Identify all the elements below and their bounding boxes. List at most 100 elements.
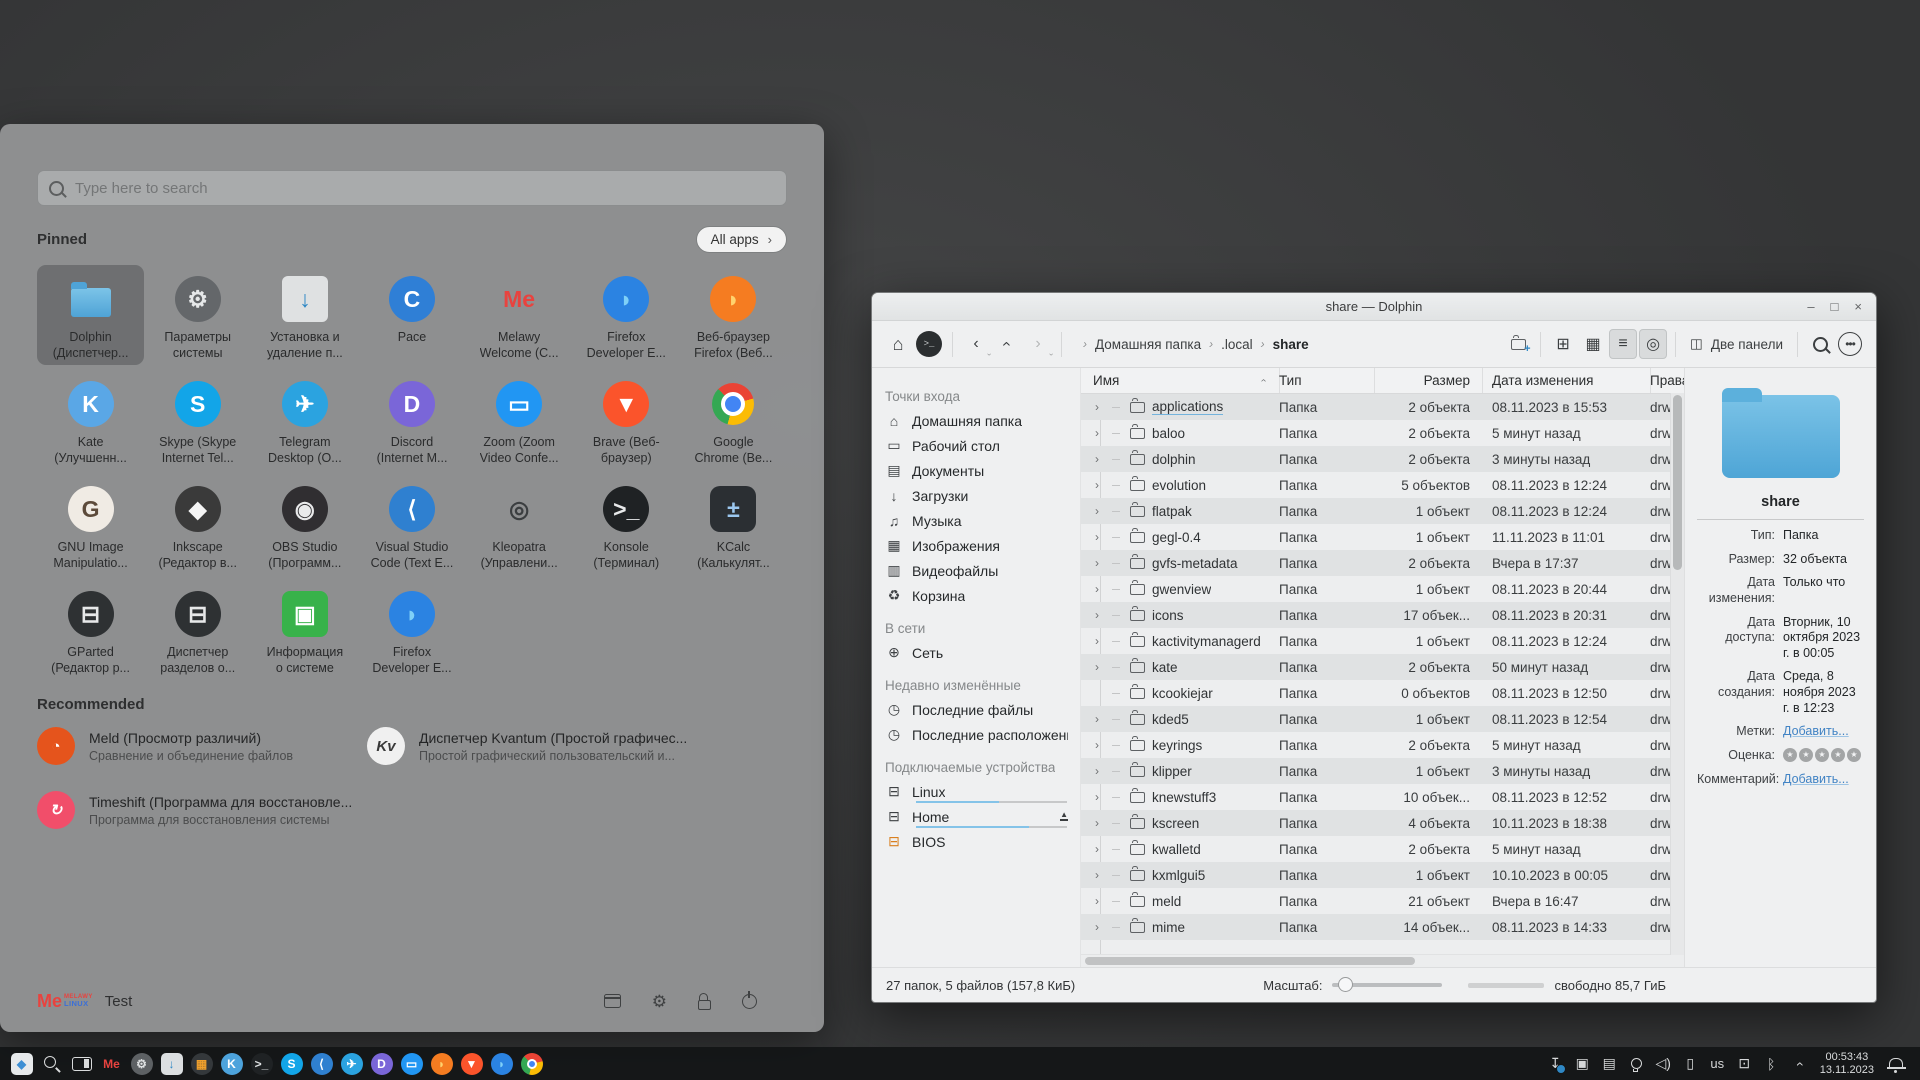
file-row[interactable]: › dolphin Папка 2 объекта 3 минуты назад… xyxy=(1081,446,1684,472)
app-pace[interactable]: C Pace xyxy=(358,265,465,365)
app-chrome[interactable]: Google Chrome (Be... xyxy=(680,370,787,470)
split-view-button[interactable]: ◫ Две панели xyxy=(1684,336,1789,352)
volume-icon[interactable]: ◁) xyxy=(1651,1051,1676,1076)
forward-button[interactable]: ›› xyxy=(1024,329,1052,359)
place-item[interactable]: ⊟ BIOS ▲ xyxy=(885,829,1080,854)
search-input[interactable] xyxy=(73,179,775,198)
column-size[interactable]: Размер xyxy=(1374,368,1482,393)
zoom-slider[interactable] xyxy=(1332,983,1442,987)
slider-knob[interactable] xyxy=(1338,977,1353,992)
brave-icon[interactable]: ▼ xyxy=(457,1049,486,1078)
place-item[interactable]: ♻ Корзина ▲ xyxy=(885,583,1080,608)
app-dolphin[interactable]: Dolphin (Диспетчер... xyxy=(37,265,144,365)
user-avatar[interactable]: >_ xyxy=(915,329,943,359)
launcher-search[interactable] xyxy=(37,170,787,206)
discord-icon[interactable]: D xyxy=(367,1049,396,1078)
add-comment-link[interactable]: Добавить... xyxy=(1783,772,1864,788)
expand-chevron-icon[interactable]: › xyxy=(1095,556,1105,570)
bluetooth-icon[interactable]: ᛒ xyxy=(1759,1051,1784,1076)
minimize-button[interactable]: – xyxy=(1807,300,1814,313)
file-row[interactable]: › applications Папка 2 объекта 08.11.202… xyxy=(1081,394,1684,420)
app-firefox-developer-2[interactable]: ◗ Firefox Developer E... xyxy=(358,580,465,680)
preview-button[interactable]: ◎ xyxy=(1639,329,1667,359)
maximize-button[interactable]: □ xyxy=(1831,300,1839,313)
app-brave[interactable]: ▼ Brave (Веб- браузер) xyxy=(573,370,680,470)
app-launcher-icon[interactable]: ◆ xyxy=(7,1049,36,1078)
expand-chevron-icon[interactable]: › xyxy=(1095,426,1105,440)
app-partition-manager[interactable]: ⊟ Диспетчер разделов о... xyxy=(144,580,251,680)
place-item[interactable]: Недавно изменённые ▲ xyxy=(885,674,1080,697)
file-row[interactable]: › kate Папка 2 объекта 50 минут назад dr… xyxy=(1081,654,1684,680)
place-item[interactable]: ▤ Документы ▲ xyxy=(885,458,1080,483)
rating-star[interactable]: ★ xyxy=(1799,748,1813,762)
gwenview-icon[interactable]: ▦ xyxy=(187,1049,216,1078)
app-kleopatra[interactable]: ◎ Kleopatra (Управлени... xyxy=(466,475,573,575)
expand-tray-icon[interactable]: › xyxy=(1786,1051,1811,1076)
icons-view-button[interactable]: ⊞ xyxy=(1549,329,1577,359)
expand-chevron-icon[interactable]: › xyxy=(1095,400,1105,414)
breadcrumb-item[interactable]: › share xyxy=(1261,337,1309,352)
software-install-icon[interactable]: ↓ xyxy=(157,1049,186,1078)
place-item[interactable]: ▦ Изображения ▲ xyxy=(885,533,1080,558)
rec-timeshift[interactable]: ↻ Timeshift (Программа для восстановле..… xyxy=(37,791,367,829)
telegram-icon[interactable]: ✈ xyxy=(337,1049,366,1078)
app-system-settings[interactable]: ⚙ Параметры системы xyxy=(144,265,251,365)
clipboard-icon[interactable]: ▤ xyxy=(1597,1051,1622,1076)
file-row[interactable]: › kded5 Папка 1 объект 08.11.2023 в 12:5… xyxy=(1081,706,1684,732)
expand-chevron-icon[interactable]: › xyxy=(1095,764,1105,778)
breadcrumb-item[interactable]: › Домашняя папка xyxy=(1083,337,1201,352)
notifications-bell-icon[interactable] xyxy=(1889,1058,1903,1069)
expand-chevron-icon[interactable]: › xyxy=(1095,452,1105,466)
file-manager-icon[interactable] xyxy=(604,994,621,1008)
place-item[interactable]: ⊕ Сеть ▲ xyxy=(885,640,1080,665)
place-item[interactable]: ⊟ Linux ▲ xyxy=(885,779,1080,804)
place-item[interactable]: ⊟ Home ▲ xyxy=(885,804,1080,829)
expand-chevron-icon[interactable]: › xyxy=(1095,608,1105,622)
file-row[interactable]: › gvfs-metadata Папка 2 объекта Вчера в … xyxy=(1081,550,1684,576)
eject-icon[interactable]: ▲ xyxy=(1060,812,1068,821)
vertical-scrollbar[interactable] xyxy=(1670,393,1684,955)
breadcrumb-item[interactable]: › .local xyxy=(1209,337,1253,352)
app-konsole[interactable]: >_ Konsole (Терминал) xyxy=(573,475,680,575)
expand-chevron-icon[interactable]: › xyxy=(1095,920,1105,934)
titlebar[interactable]: share — Dolphin – □ × xyxy=(872,293,1876,321)
file-row[interactable]: › evolution Папка 5 объектов 08.11.2023 … xyxy=(1081,472,1684,498)
app-gimp[interactable]: G GNU Image Manipulatio... xyxy=(37,475,144,575)
keyboard-layout[interactable]: us xyxy=(1705,1051,1730,1076)
file-row[interactable]: › baloo Папка 2 объекта 5 минут назад dr… xyxy=(1081,420,1684,446)
app-melawy-welcome[interactable]: Me Melawy Welcome (C... xyxy=(466,265,573,365)
app-kate[interactable]: K Kate (Улучшенн... xyxy=(37,370,144,470)
app-system-info[interactable]: ▣ Информация о системе xyxy=(251,580,358,680)
expand-chevron-icon[interactable]: › xyxy=(1095,660,1105,674)
rec-meld[interactable]: ◔ Meld (Просмотр различий) Сравнение и о… xyxy=(37,727,367,765)
place-item[interactable]: ↓ Загрузки ▲ xyxy=(885,483,1080,508)
expand-chevron-icon[interactable]: › xyxy=(1095,478,1105,492)
file-row[interactable]: › meld Папка 21 объект Вчера в 16:47 drw xyxy=(1081,888,1684,914)
power-icon[interactable] xyxy=(742,994,757,1009)
details-view-button[interactable]: ≡ xyxy=(1609,329,1637,359)
pager-icon[interactable] xyxy=(67,1049,96,1078)
place-item[interactable]: ⌂ Домашняя папка ▲ xyxy=(885,408,1080,433)
file-row[interactable]: › kwalletd Папка 2 объекта 5 минут назад… xyxy=(1081,836,1684,862)
konsole-icon[interactable]: >_ xyxy=(247,1049,276,1078)
compact-view-button[interactable]: ▦ xyxy=(1579,329,1607,359)
screen-layout-icon[interactable]: ▣ xyxy=(1570,1051,1595,1076)
rating-star[interactable]: ★ xyxy=(1815,748,1829,762)
menu-button[interactable]: ••• xyxy=(1836,329,1864,359)
expand-chevron-icon[interactable]: › xyxy=(1095,582,1105,596)
all-apps-button[interactable]: All apps › xyxy=(696,226,787,253)
file-row[interactable]: › gegl-0.4 Папка 1 объект 11.11.2023 в 1… xyxy=(1081,524,1684,550)
night-color-icon[interactable]: ● xyxy=(1624,1051,1649,1076)
new-folder-button[interactable]: + xyxy=(1504,329,1532,359)
melawy-welcome-icon[interactable]: Me xyxy=(97,1049,126,1078)
expand-chevron-icon[interactable]: › xyxy=(1095,842,1105,856)
search-button[interactable] xyxy=(1806,329,1834,359)
expand-chevron-icon[interactable]: › xyxy=(1095,712,1105,726)
column-date[interactable]: Дата изменения xyxy=(1482,368,1650,393)
rating-star[interactable]: ★ xyxy=(1831,748,1845,762)
expand-chevron-icon[interactable]: › xyxy=(1095,790,1105,804)
app-obs-studio[interactable]: ◉ OBS Studio (Программ... xyxy=(251,475,358,575)
column-permissions[interactable]: Права xyxy=(1650,368,1684,393)
place-item[interactable]: Подключаемые устройства ▲ xyxy=(885,756,1080,779)
firefox-developer-icon[interactable]: ◗ xyxy=(487,1049,516,1078)
